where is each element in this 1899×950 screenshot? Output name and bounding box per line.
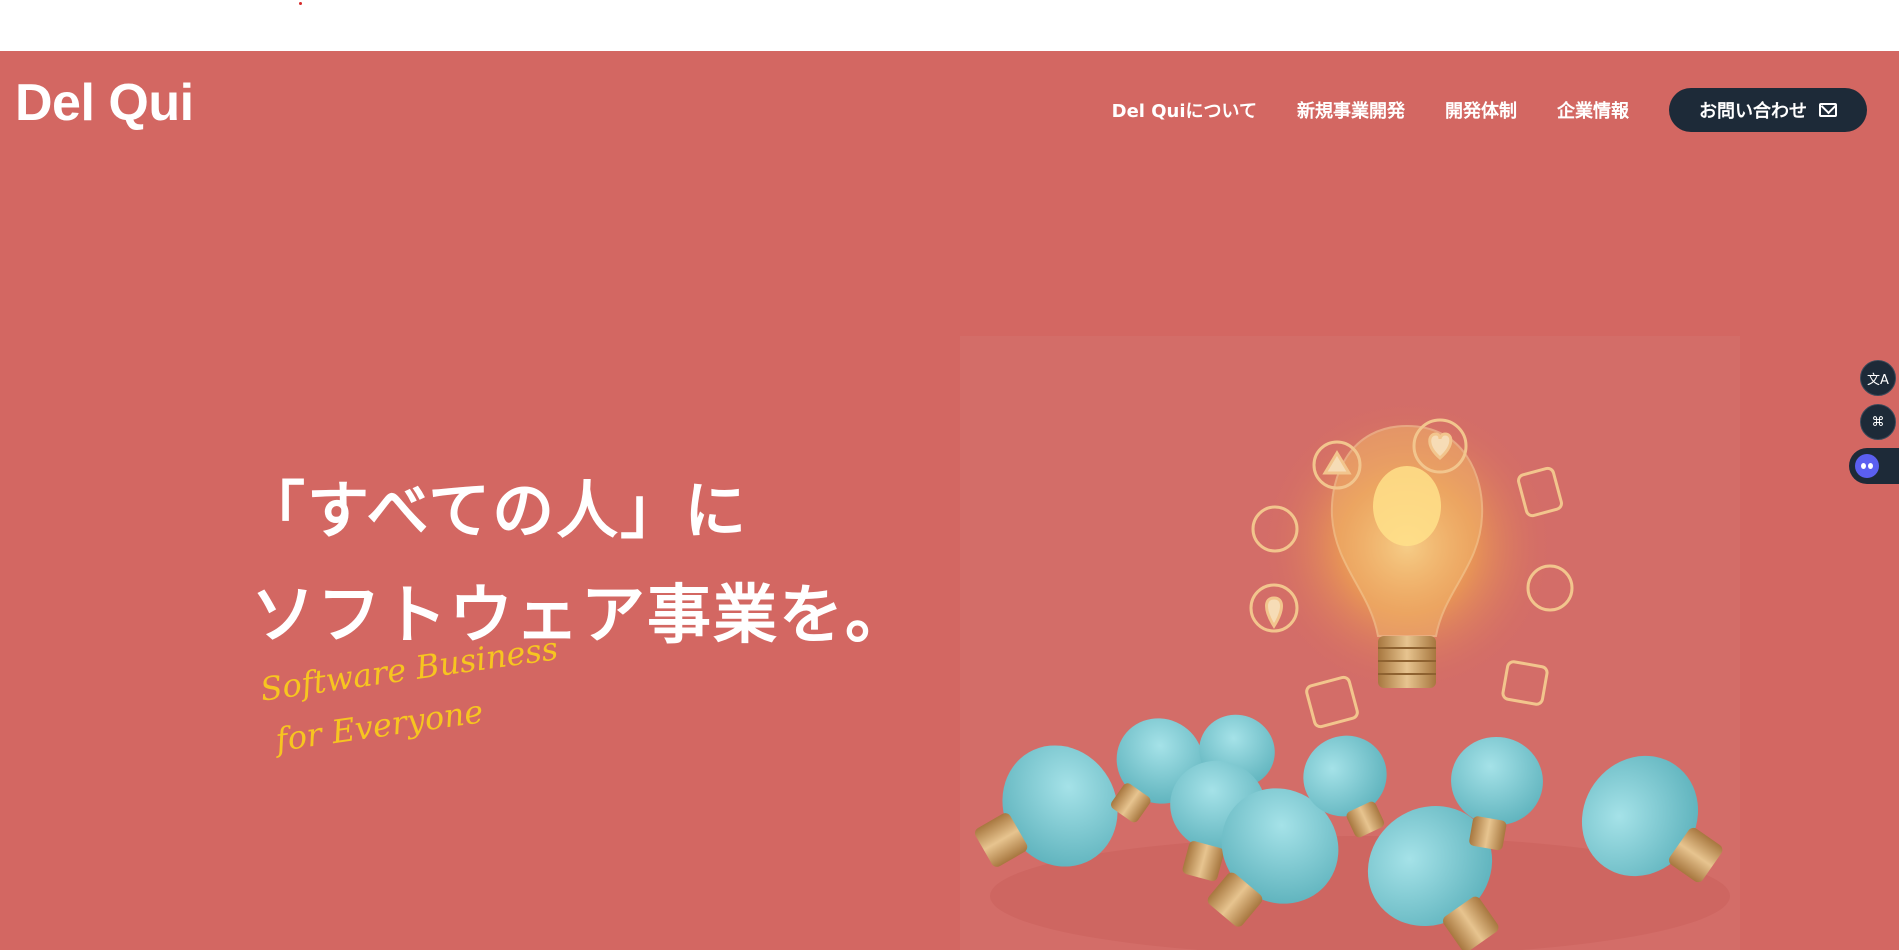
- contact-button-label: お問い合わせ: [1699, 101, 1807, 122]
- chatbot-icon: [1855, 454, 1879, 478]
- contact-button[interactable]: お問い合わせ: [1669, 88, 1867, 132]
- hero-section: Del Qui Del Quiについて 新規事業開発 開発体制 企業情報 お問い…: [0, 51, 1899, 950]
- main-nav: Del Quiについて 新規事業開発 開発体制 企業情報 お問い合わせ: [1112, 88, 1867, 132]
- red-dot-marker: [299, 2, 302, 5]
- mail-icon: [1819, 103, 1837, 117]
- nav-new-business[interactable]: 新規事業開発: [1297, 97, 1405, 123]
- headline-line-1: 「すべての人」に: [243, 474, 749, 547]
- chatbot-button[interactable]: [1849, 448, 1899, 484]
- side-toolbar: 文A ⌘: [1849, 360, 1899, 484]
- nav-about[interactable]: Del Quiについて: [1112, 97, 1257, 123]
- hero-headline: 「すべての人」に ソフトウェア事業を。: [243, 471, 911, 656]
- top-white-strip: [0, 0, 1899, 51]
- translate-icon[interactable]: 文A: [1860, 360, 1896, 396]
- headline-line-2: ソフトウェア事業を。: [251, 579, 911, 653]
- lightbulb-illustration: [960, 336, 1740, 950]
- nav-company[interactable]: 企業情報: [1557, 97, 1629, 123]
- apps-icon[interactable]: ⌘: [1860, 404, 1896, 440]
- site-logo[interactable]: Del Qui: [15, 73, 194, 133]
- nav-development[interactable]: 開発体制: [1445, 97, 1517, 123]
